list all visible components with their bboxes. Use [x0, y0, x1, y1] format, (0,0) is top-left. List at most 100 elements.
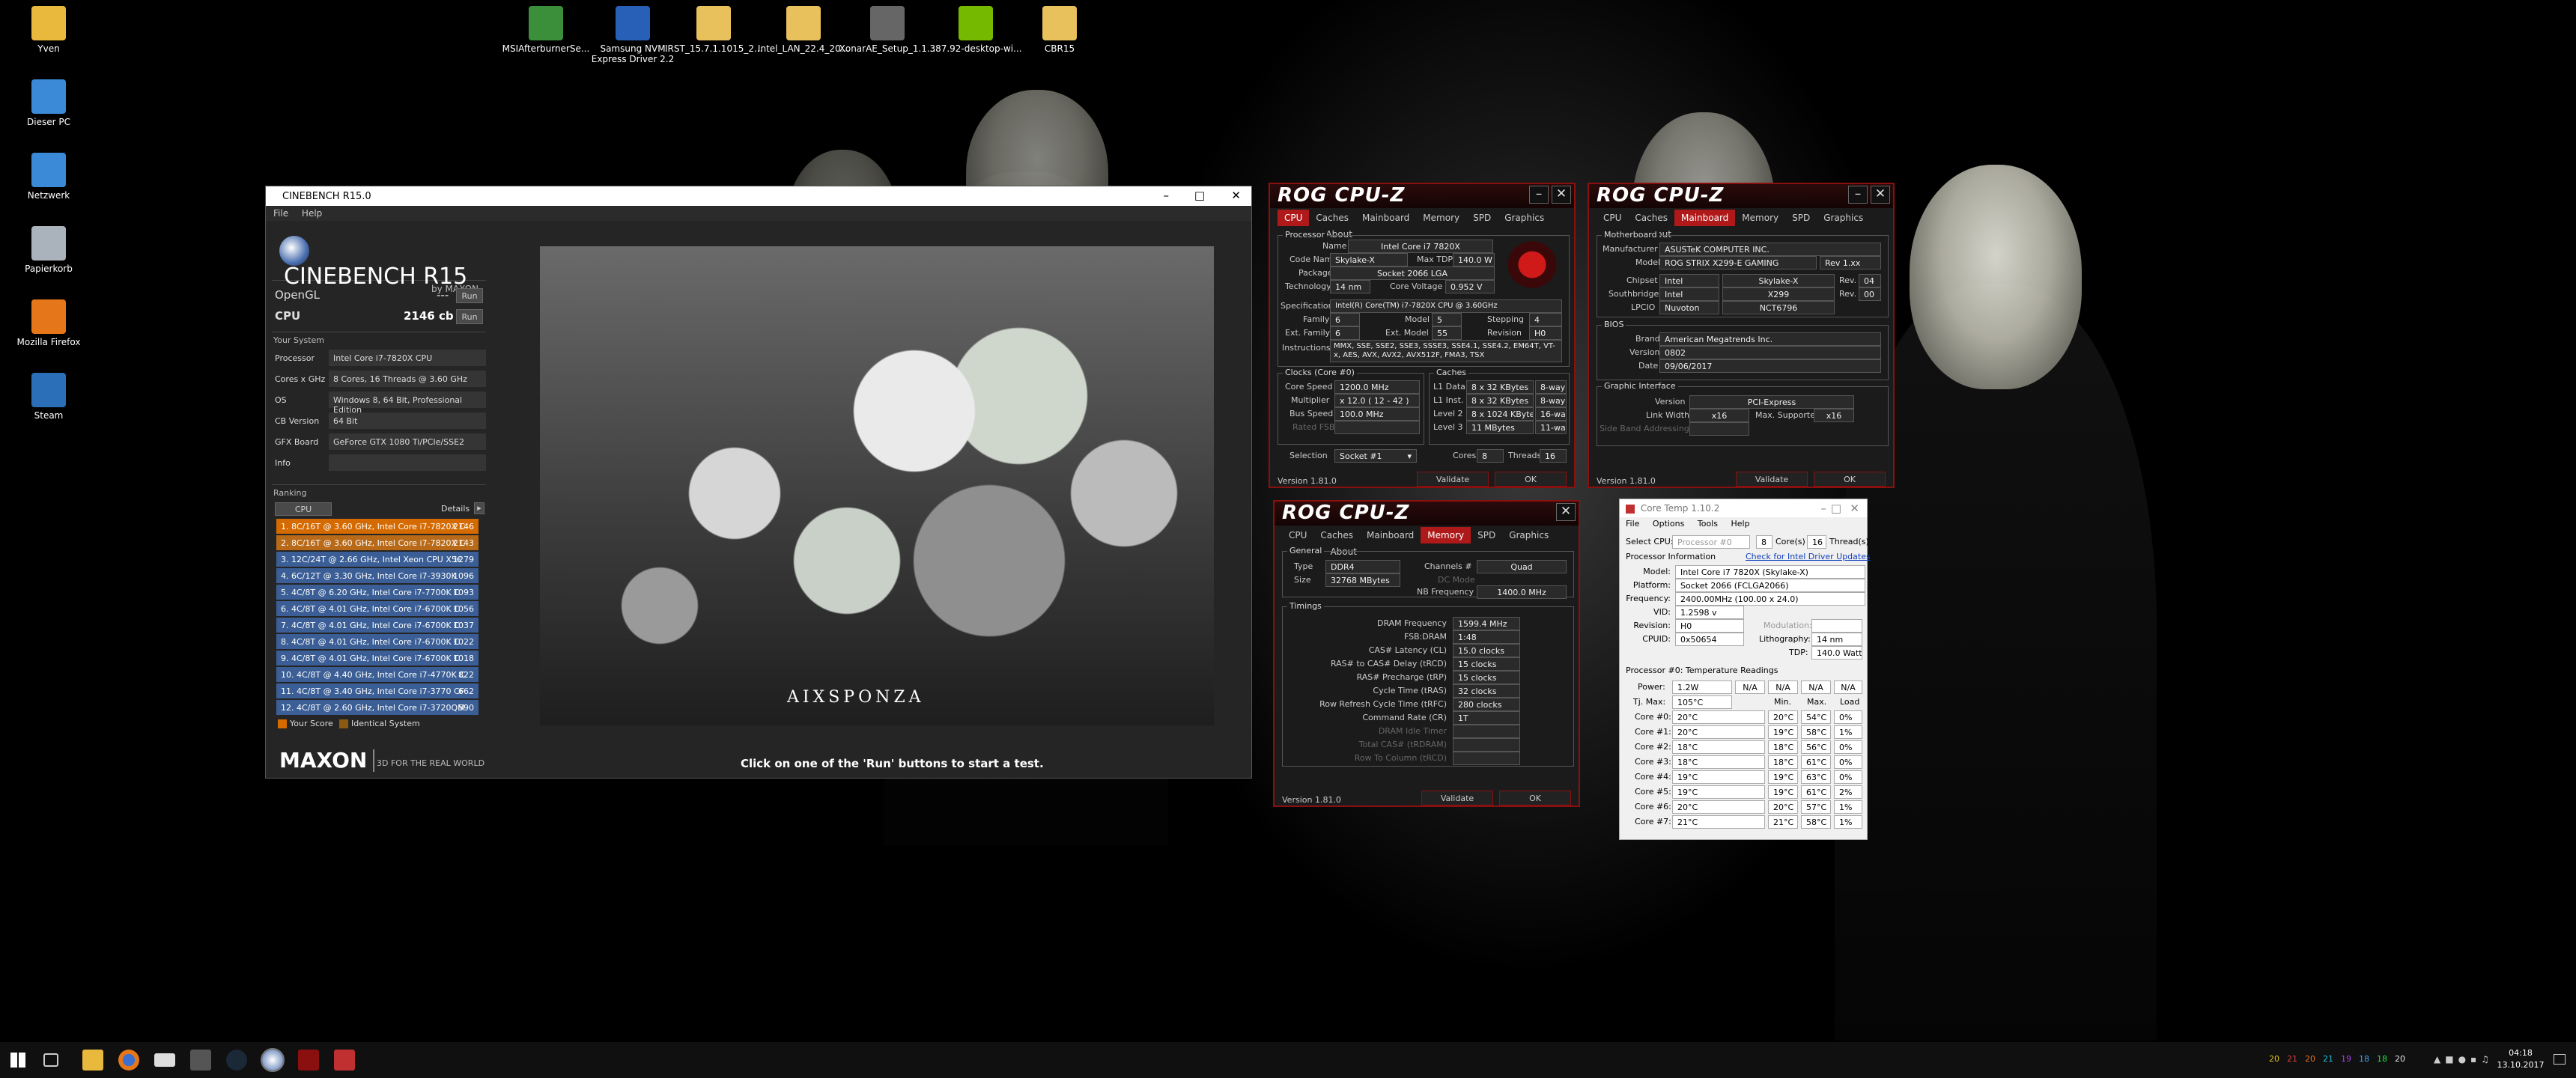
desktop-icon-mozilla-firefox[interactable]: Mozilla Firefox [0, 299, 105, 347]
firefox-icon[interactable] [118, 1050, 139, 1071]
ranking-row[interactable]: 1. 8C/16T @ 3.60 GHz, Intel Core i7-7820… [276, 519, 479, 534]
notification-icon[interactable] [2554, 1054, 2566, 1065]
ranking-row[interactable]: 6. 4C/8T @ 4.01 GHz, Intel Core i7-6700K… [276, 601, 479, 616]
desktop-icon-top-6[interactable]: CBR15 [1011, 6, 1108, 54]
tab-caches[interactable]: Caches [1628, 210, 1674, 226]
tab-graphics[interactable]: Graphics [1502, 527, 1555, 543]
ranking-row[interactable]: 5. 4C/8T @ 6.20 GHz, Intel Core i7-7700K… [276, 585, 479, 600]
minimize-button[interactable]: – [1529, 186, 1549, 204]
desktop-icon-label: CBR15 [1044, 43, 1075, 54]
cpu-run-button[interactable]: Run [456, 309, 483, 324]
calculator-icon[interactable] [190, 1050, 211, 1071]
ranking-row[interactable]: 8. 4C/8T @ 4.01 GHz, Intel Core i7-6700K… [276, 634, 479, 649]
cinebench-taskbar-icon[interactable] [261, 1048, 285, 1072]
menu-file[interactable]: File [1626, 519, 1639, 529]
close-button[interactable]: ✕ [1552, 186, 1571, 204]
ok-button[interactable]: OK [1814, 472, 1886, 487]
coretemp-app-icon [1626, 504, 1635, 514]
desktop-icon-top-3[interactable]: Intel_LAN_22.4_20... [755, 6, 852, 54]
coretemp-taskbar-icon[interactable] [334, 1050, 355, 1071]
desktop-icon-top-5[interactable]: 387.92-desktop-wi... [927, 6, 1024, 54]
ranking-row[interactable]: 2. 8C/16T @ 3.60 GHz, Intel Core i7-7820… [276, 535, 479, 550]
ranking-row[interactable]: 12. 4C/8T @ 2.60 GHz, Intel Core i7-3720… [276, 700, 479, 715]
tab-cpu[interactable]: CPU [1278, 210, 1310, 226]
mail-icon[interactable] [154, 1053, 175, 1067]
maximize-button[interactable]: □ [1194, 189, 1205, 202]
tab-caches[interactable]: Caches [1313, 527, 1360, 543]
coretemp-titlebar[interactable]: Core Temp 1.10.2 – □ ✕ [1620, 499, 1867, 517]
tab-memory[interactable]: Memory [1416, 210, 1466, 226]
socket-select[interactable]: Socket #1 ▾ [1334, 449, 1417, 463]
validate-button[interactable]: Validate [1417, 472, 1489, 487]
steam-icon[interactable] [226, 1050, 247, 1071]
minimize-button[interactable]: – [1848, 186, 1868, 204]
tab-mainboard[interactable]: Mainboard [1674, 210, 1736, 226]
minimize-button[interactable]: – [1821, 502, 1827, 515]
minimize-button[interactable]: – [1164, 189, 1170, 202]
tab-mainboard[interactable]: Mainboard [1360, 527, 1421, 543]
desktop-icon-papierkorb[interactable]: Papierkorb [0, 226, 105, 274]
tab-graphics[interactable]: Graphics [1817, 210, 1870, 226]
opengl-run-button[interactable]: Run [456, 288, 483, 303]
ranking-row[interactable]: 9. 4C/8T @ 4.01 GHz, Intel Core i7-6700K… [276, 651, 479, 666]
desktop-icon-yven[interactable]: Yven [0, 6, 105, 54]
core-load: 0% [1834, 755, 1862, 769]
clock-time[interactable]: 04:18 [2501, 1048, 2540, 1058]
validate-button[interactable]: Validate [1421, 791, 1493, 806]
desktop-icon-steam[interactable]: Steam [0, 373, 105, 421]
tray-temp-icon[interactable]: 19 [2341, 1054, 2359, 1064]
desktop-icon-dieser-pc[interactable]: Dieser PC [0, 79, 105, 127]
ok-button[interactable]: OK [1499, 791, 1571, 806]
menu-tools[interactable]: Tools [1698, 519, 1718, 529]
desktop-icon-top-2[interactable]: IRST_15.7.1.1015_2... [665, 6, 762, 54]
maximize-button[interactable]: □ [1831, 502, 1841, 515]
details-toggle[interactable]: ▸ [474, 502, 484, 514]
details-label[interactable]: Details [441, 504, 470, 514]
tab-memory[interactable]: Memory [1421, 527, 1471, 543]
driver-update-link[interactable]: Check for Intel Driver Updates [1746, 552, 1871, 561]
tray-temp-icon[interactable]: 20 [2395, 1054, 2413, 1064]
file-explorer-icon[interactable] [82, 1050, 103, 1071]
menu-help[interactable]: Help [1731, 519, 1749, 529]
ok-button[interactable]: OK [1495, 472, 1567, 487]
tray-temp-icon[interactable]: 18 [2377, 1054, 2395, 1064]
ranking-row[interactable]: 10. 4C/8T @ 4.40 GHz, Intel Core i7-4770… [276, 667, 479, 682]
tray-temp-icon[interactable]: 20 [2305, 1054, 2323, 1064]
cpuz-taskbar-icon[interactable] [298, 1050, 319, 1071]
desktop-icon-netzwerk[interactable]: Netzwerk [0, 153, 105, 201]
tab-cpu[interactable]: CPU [1282, 527, 1313, 543]
tray-temp-icon[interactable]: 21 [2287, 1054, 2305, 1064]
close-button[interactable]: ✕ [1556, 503, 1576, 521]
desktop-icon-top-0[interactable]: MSIAfterburnerSe... [497, 6, 595, 54]
close-button[interactable]: ✕ [1871, 186, 1890, 204]
ranking-select[interactable]: CPU [275, 502, 332, 516]
validate-button[interactable]: Validate [1736, 472, 1808, 487]
ranking-row[interactable]: 4. 6C/12T @ 3.30 GHz, Intel Core i7-3930… [276, 568, 479, 583]
core-temp: 20°C [1672, 725, 1765, 739]
ranking-row[interactable]: 7. 4C/8T @ 4.01 GHz, Intel Core i7-6700K… [276, 618, 479, 633]
start-button[interactable] [10, 1053, 25, 1068]
tab-spd[interactable]: SPD [1471, 527, 1502, 543]
tab-caches[interactable]: Caches [1309, 210, 1355, 226]
tab-cpu[interactable]: CPU [1597, 210, 1628, 226]
cinebench-titlebar[interactable]: CINEBENCH R15.0 – □ ✕ [266, 186, 1251, 206]
tab-spd[interactable]: SPD [1466, 210, 1498, 226]
tab-memory[interactable]: Memory [1735, 210, 1785, 226]
clock-date[interactable]: 13.10.2017 [2491, 1060, 2551, 1070]
close-button[interactable]: ✕ [1850, 502, 1859, 515]
desktop-icon-top-4[interactable]: XonarAE_Setup_1.1... [839, 6, 936, 54]
tray-temp-icon[interactable]: 20 [2269, 1054, 2287, 1064]
tab-graphics[interactable]: Graphics [1498, 210, 1551, 226]
ranking-row[interactable]: 3. 12C/24T @ 2.66 GHz, Intel Xeon CPU X5… [276, 552, 479, 567]
menu-options[interactable]: Options [1653, 519, 1684, 529]
ranking-row[interactable]: 11. 4C/8T @ 3.40 GHz, Intel Core i7-3770… [276, 683, 479, 698]
tray-temp-icon[interactable]: 18 [2359, 1054, 2377, 1064]
task-view-icon[interactable] [43, 1053, 58, 1067]
tray-temp-icon[interactable]: 21 [2323, 1054, 2341, 1064]
tab-mainboard[interactable]: Mainboard [1355, 210, 1416, 226]
menu-file[interactable]: File [273, 208, 288, 219]
close-button[interactable]: ✕ [1231, 189, 1241, 202]
select-cpu[interactable]: Processor #0 [1672, 535, 1750, 549]
tab-spd[interactable]: SPD [1785, 210, 1817, 226]
menu-help[interactable]: Help [302, 208, 322, 219]
